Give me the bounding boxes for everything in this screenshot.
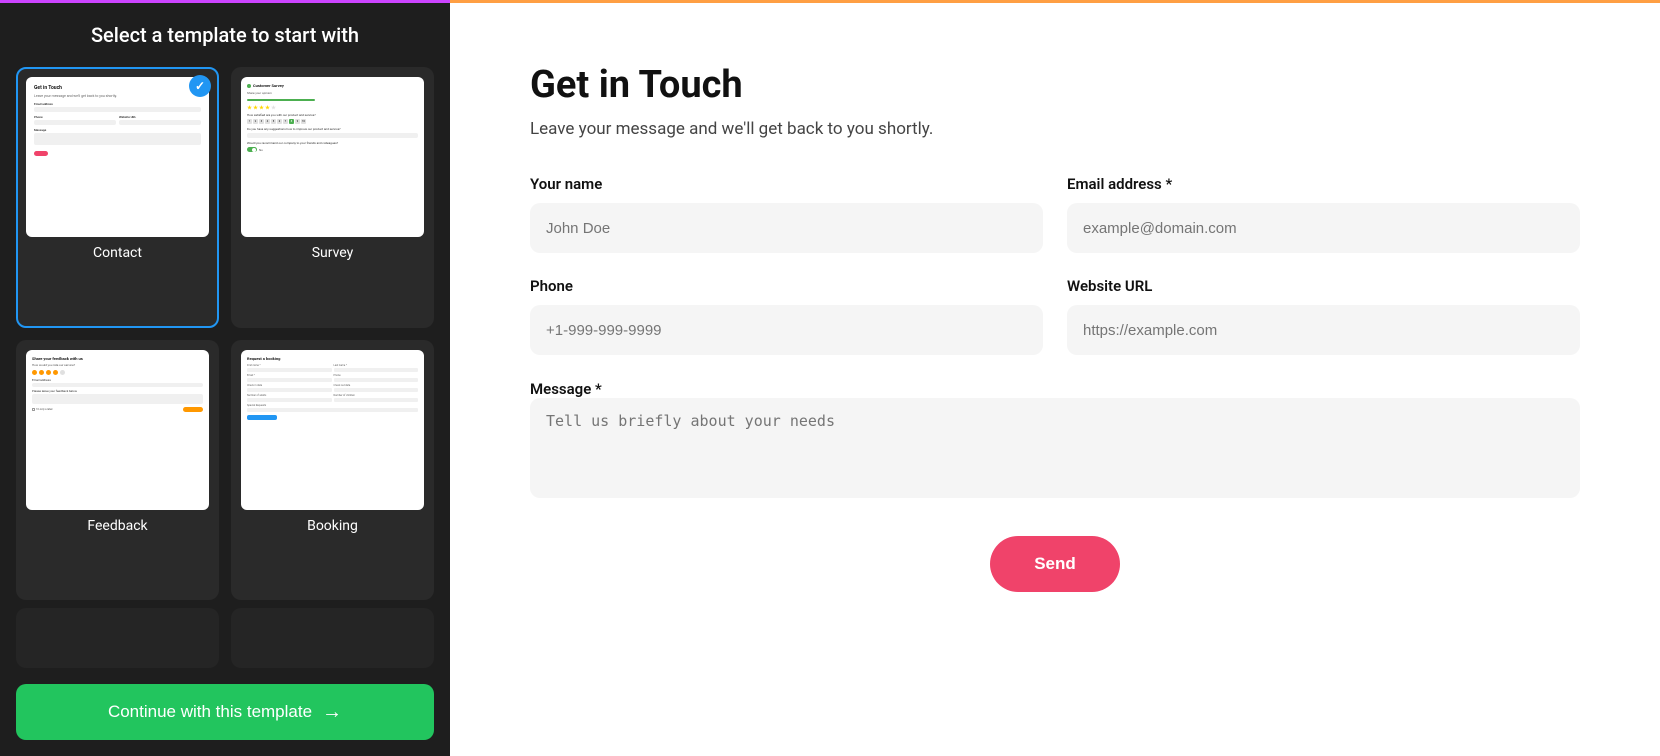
continue-arrow-icon: → [322, 701, 342, 724]
your-name-input[interactable] [530, 203, 1043, 253]
templates-grid: ✓ Get in Touch Leave your message and we… [16, 67, 434, 600]
right-panel: Get in Touch Leave your message and we'l… [450, 0, 1660, 756]
your-name-group: Your name [530, 175, 1043, 253]
send-button[interactable]: Send [990, 536, 1120, 592]
website-url-label: Website URL [1067, 277, 1580, 295]
template-card-booking[interactable]: Request a booking First name * Last name… [231, 340, 434, 601]
feedback-preview-container: Share your feedback with us How would yo… [26, 350, 209, 510]
phone-input[interactable] [530, 305, 1043, 355]
survey-template-preview: Customer Survey Share your opinion How s… [241, 77, 424, 237]
template-card-survey[interactable]: Customer Survey Share your opinion How s… [231, 67, 434, 328]
phone-website-row: Phone Website URL [530, 277, 1580, 355]
send-row: Send [530, 526, 1580, 592]
email-address-group: Email address * [1067, 175, 1580, 253]
left-panel: Select a template to start with ✓ Get in… [0, 0, 450, 756]
survey-preview-container: Customer Survey Share your opinion How s… [241, 77, 424, 237]
booking-template-name: Booking [307, 518, 358, 534]
selected-checkmark: ✓ [189, 75, 211, 97]
booking-preview-container: Request a booking First name * Last name… [241, 350, 424, 510]
contact-template-name: Contact [93, 245, 142, 261]
template-card-contact[interactable]: ✓ Get in Touch Leave your message and we… [16, 67, 219, 328]
phone-group: Phone [530, 277, 1043, 355]
more-card-2 [231, 608, 434, 668]
survey-template-name: Survey [312, 245, 354, 261]
form-title: Get in Touch [530, 63, 1580, 107]
website-url-input[interactable] [1067, 305, 1580, 355]
message-group: Message * [530, 379, 1580, 502]
more-card-1 [16, 608, 219, 668]
name-email-row: Your name Email address * [530, 175, 1580, 253]
website-url-group: Website URL [1067, 277, 1580, 355]
template-card-feedback[interactable]: Share your feedback with us How would yo… [16, 340, 219, 601]
booking-template-preview: Request a booking First name * Last name… [241, 350, 424, 510]
phone-label: Phone [530, 277, 1043, 295]
continue-button[interactable]: Continue with this template → [16, 684, 434, 740]
feedback-template-preview: Share your feedback with us How would yo… [26, 350, 209, 510]
contact-preview-container: Get in Touch Leave your message and we'l… [26, 77, 209, 237]
email-address-input[interactable] [1067, 203, 1580, 253]
feedback-template-name: Feedback [87, 518, 147, 534]
continue-button-label: Continue with this template [108, 702, 312, 722]
your-name-label: Your name [530, 175, 1043, 193]
email-address-label: Email address * [1067, 175, 1580, 193]
form-subtitle: Leave your message and we'll get back to… [530, 119, 1580, 139]
message-textarea[interactable] [530, 398, 1580, 498]
message-label: Message * [530, 380, 602, 398]
more-templates-row [16, 608, 434, 668]
panel-title: Select a template to start with [91, 23, 359, 47]
contact-template-preview: Get in Touch Leave your message and we'l… [26, 77, 209, 237]
